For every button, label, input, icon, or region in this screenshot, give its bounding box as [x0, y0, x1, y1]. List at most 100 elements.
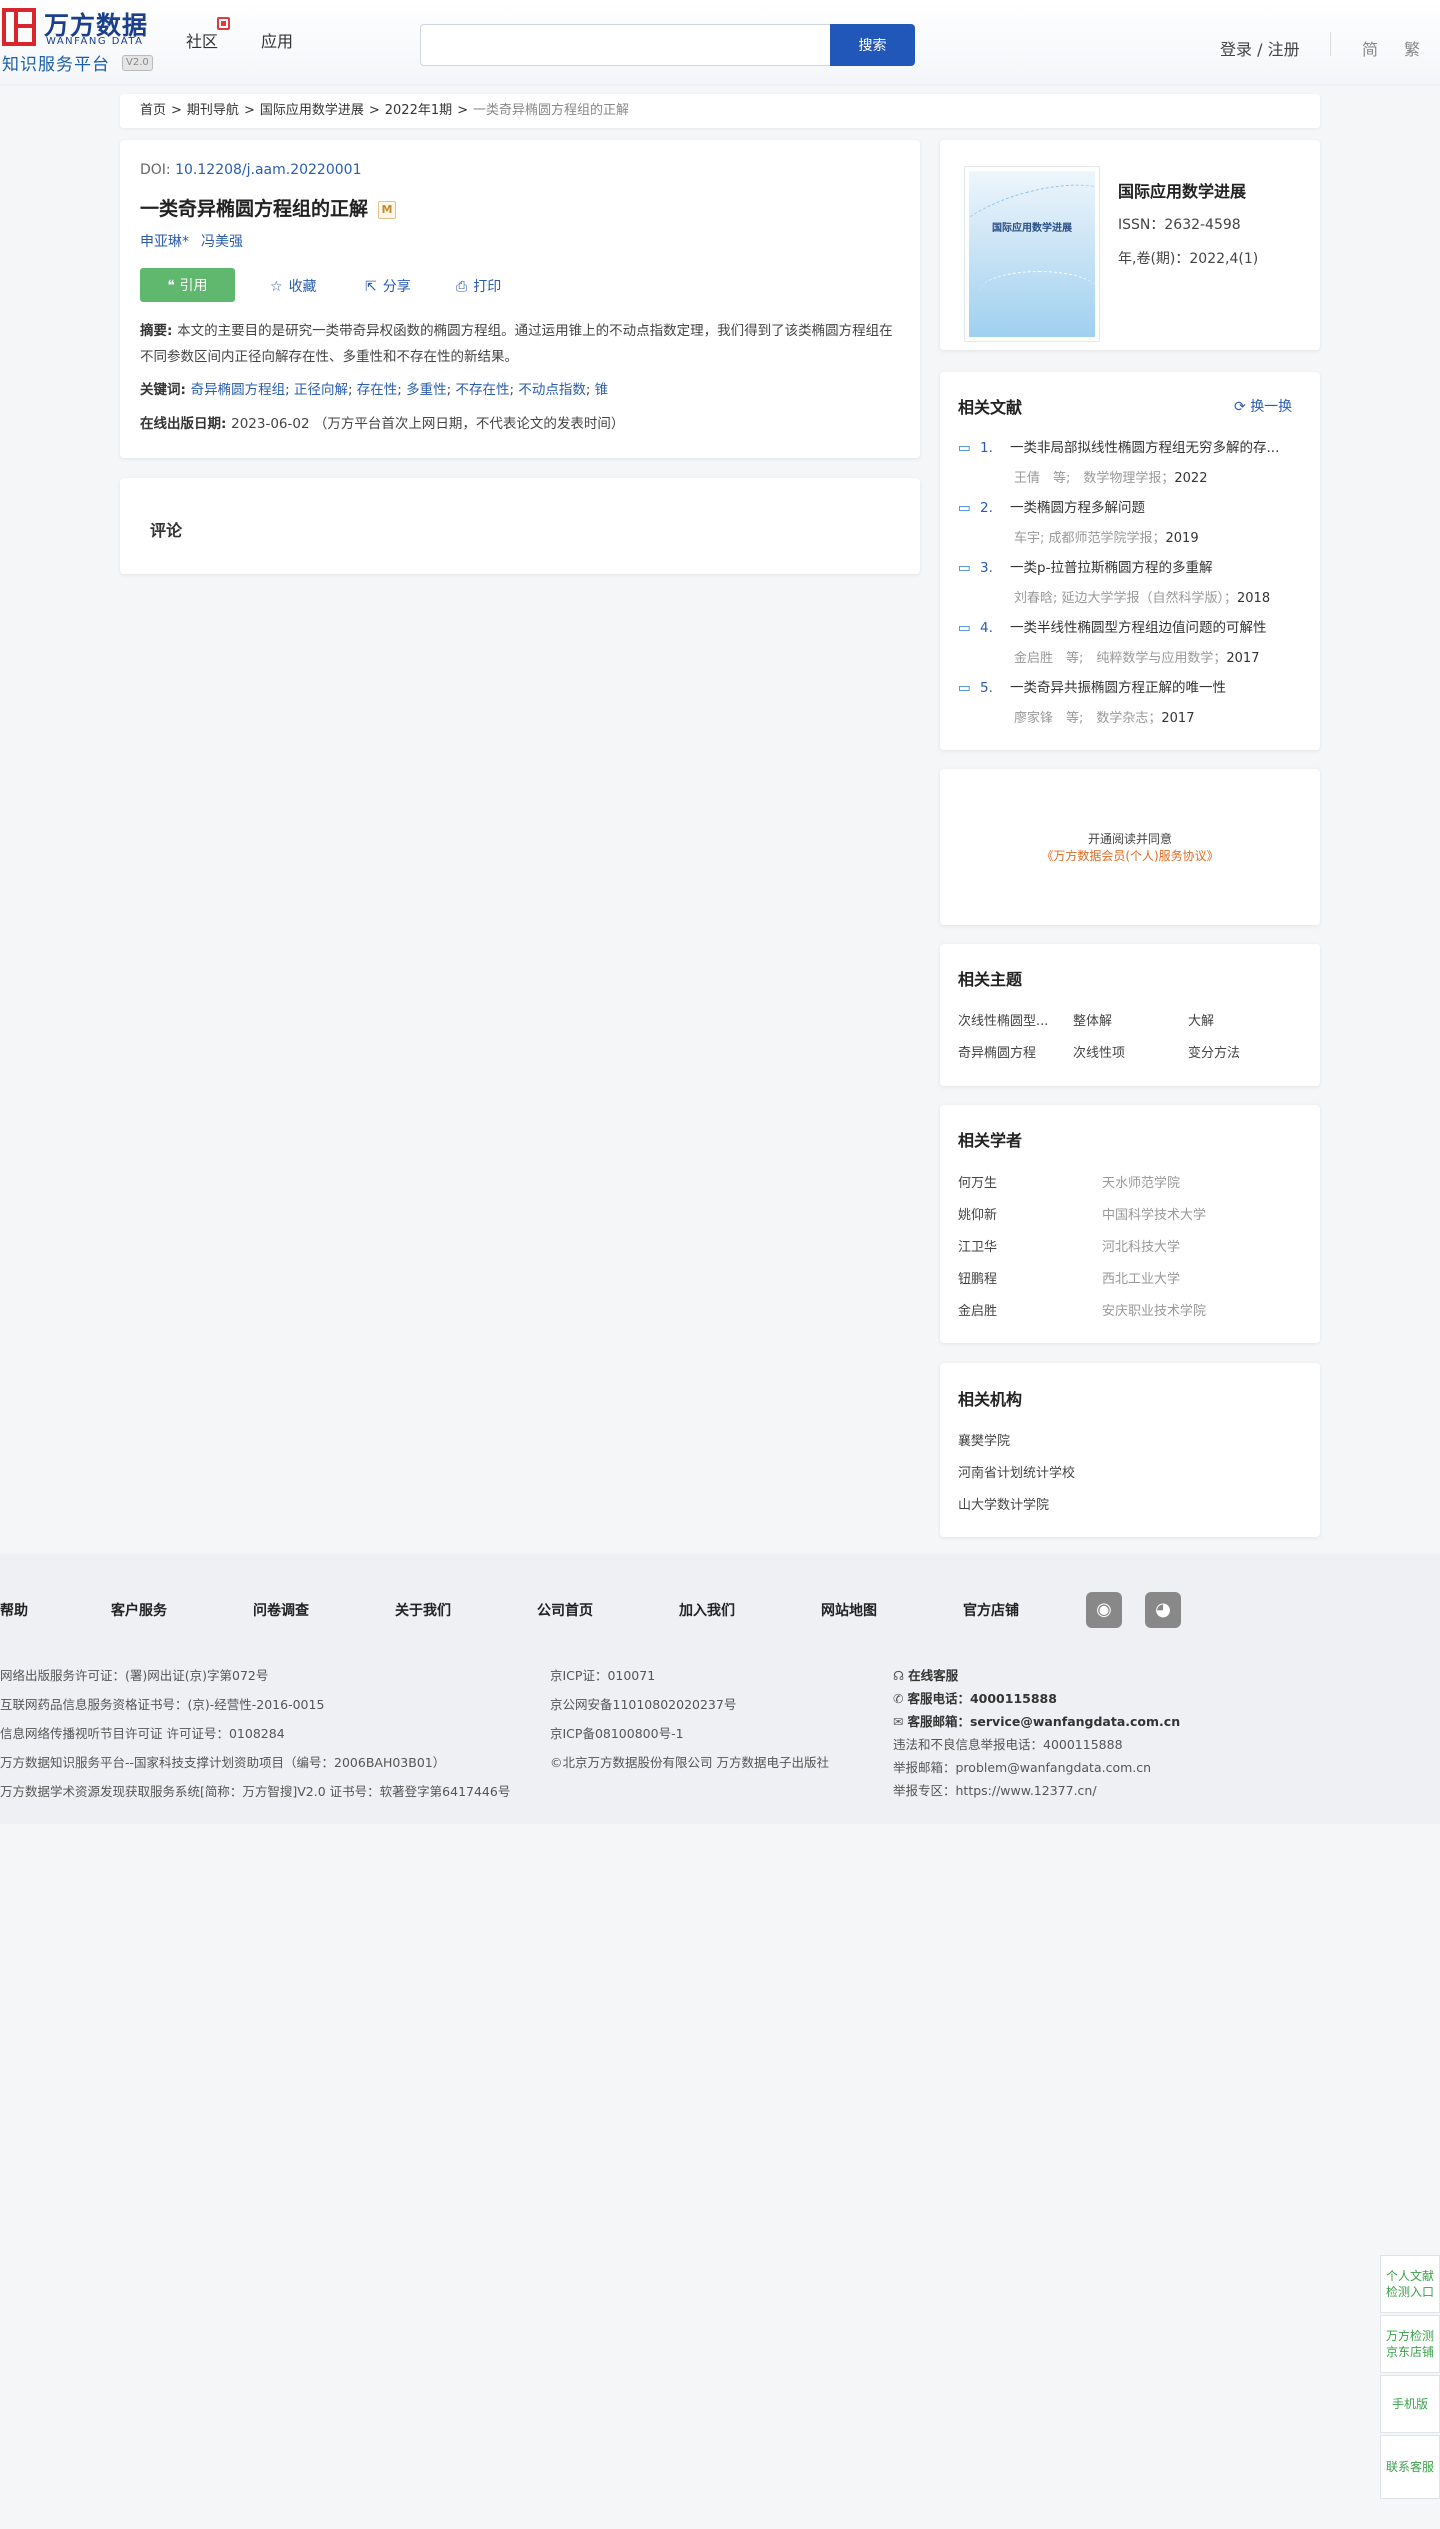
- topic-link[interactable]: 次线性椭圆型...: [958, 1010, 1048, 1029]
- org-link[interactable]: 襄樊学院: [958, 1430, 1010, 1449]
- contact-service-link[interactable]: 联系客服: [1380, 2435, 1440, 2499]
- footer-link-sitemap[interactable]: 网站地图: [821, 1600, 877, 1620]
- breadcrumb-journal[interactable]: 国际应用数学进展: [260, 103, 364, 118]
- footer-link-help[interactable]: 帮助: [0, 1600, 28, 1620]
- related-doc-item[interactable]: ▭ 3. 一类p-拉普拉斯椭圆方程的多重解: [958, 556, 1298, 576]
- scholar-name[interactable]: 江卫华: [958, 1236, 997, 1255]
- footer-link-join[interactable]: 加入我们: [679, 1600, 735, 1620]
- license-line: 网络出版服务许可证：(署)网出证(京)字第072号: [0, 1668, 269, 1683]
- doi-link[interactable]: 10.12208/j.aam.20220001: [175, 162, 361, 178]
- keyword-link[interactable]: 不存在性: [455, 382, 509, 398]
- breadcrumb-issue[interactable]: 2022年1期: [385, 103, 452, 118]
- jd-store-link[interactable]: 万方检测京东店铺: [1380, 2315, 1440, 2373]
- date-value: 2023-06-02: [231, 416, 310, 432]
- share-button[interactable]: ⇱ 分享: [365, 276, 411, 296]
- breadcrumb-journals[interactable]: 期刊导航: [187, 103, 239, 118]
- keyword-link[interactable]: 多重性: [406, 382, 447, 398]
- mobile-version-link[interactable]: 手机版: [1380, 2375, 1440, 2433]
- footer-link-company[interactable]: 公司首页: [537, 1600, 593, 1620]
- breadcrumb-home[interactable]: 首页: [140, 103, 166, 118]
- printer-icon: ⎙: [456, 279, 468, 295]
- wanfang-logo[interactable]: 万方数据 WANFANG DATA 知识服务平台 V2.0: [0, 6, 160, 75]
- footer-link-store[interactable]: 官方店铺: [963, 1600, 1019, 1620]
- phone-icon: ✆: [893, 1691, 908, 1706]
- topics-title: 相关主题: [958, 970, 1023, 989]
- scholar-affiliation[interactable]: 安庆职业技术学院: [1102, 1300, 1206, 1319]
- scholar-affiliation[interactable]: 河北科技大学: [1102, 1236, 1180, 1255]
- service-agreement-link[interactable]: 《万方数据会员(个人)服务协议》: [940, 847, 1320, 864]
- service-email: ✉ 客服邮箱：service@wanfangdata.com.cn: [893, 1714, 1181, 1729]
- journal-cover[interactable]: 国际应用数学进展: [964, 166, 1100, 342]
- article-title-text: 一类奇异椭圆方程组的正解: [140, 198, 369, 220]
- nav-community[interactable]: 社区: [186, 28, 218, 52]
- search-button[interactable]: 搜索: [830, 24, 915, 66]
- author-link[interactable]: 申亚琳*: [140, 234, 189, 250]
- date-note: （万方平台首次上网日期，不代表论文的发表时间）: [313, 416, 625, 432]
- license-line: 互联网药品信息服务资格证书号：(京)-经营性-2016-0015: [0, 1697, 325, 1712]
- online-service-link[interactable]: ☊ 在线客服: [893, 1665, 958, 1684]
- print-button[interactable]: ⎙ 打印: [456, 276, 501, 296]
- doc-title: 一类奇异共振椭圆方程正解的唯一性: [1010, 680, 1226, 696]
- scholar-name[interactable]: 金启胜: [958, 1300, 997, 1319]
- login-register-link[interactable]: 登录 / 注册: [1220, 36, 1300, 60]
- scholar-name[interactable]: 钮鹏程: [958, 1268, 997, 1287]
- article-card: [120, 140, 920, 458]
- icp-line: 京ICP证：010071: [550, 1668, 656, 1683]
- keyword-link[interactable]: 正径向解: [294, 382, 348, 398]
- keyword-link[interactable]: 不动点指数: [518, 382, 586, 398]
- org-link[interactable]: 河南省计划统计学校: [958, 1462, 1075, 1481]
- logo-mark-icon: [2, 8, 36, 46]
- doi-label: DOI:: [140, 162, 176, 178]
- refresh-button[interactable]: ⟳ 换一换: [1234, 396, 1292, 416]
- lang-traditional[interactable]: 繁: [1404, 36, 1420, 60]
- favorite-button[interactable]: ☆ 收藏: [270, 276, 317, 296]
- scholar-name[interactable]: 何万生: [958, 1172, 997, 1191]
- journal-name[interactable]: 国际应用数学进展: [1118, 178, 1246, 202]
- community-new-icon: [217, 17, 230, 30]
- doc-number: 2.: [980, 500, 993, 516]
- search-input[interactable]: [420, 24, 830, 66]
- date-label: 在线出版日期:: [140, 416, 232, 432]
- refresh-label: 换一换: [1250, 399, 1293, 415]
- author-link[interactable]: 冯美强: [201, 234, 243, 250]
- topic-link[interactable]: 大解: [1188, 1010, 1214, 1029]
- scholar-affiliation[interactable]: 西北工业大学: [1102, 1268, 1180, 1287]
- journal-volume: 年,卷(期)：2022,4(1): [1118, 251, 1259, 267]
- keyword-link[interactable]: 锥: [595, 382, 609, 398]
- lang-simplified[interactable]: 简: [1362, 36, 1378, 60]
- keyword-link[interactable]: 奇异椭圆方程组: [191, 382, 286, 398]
- related-doc-item[interactable]: ▭ 1. 一类非局部拟线性椭圆方程组无穷多解的存...: [958, 436, 1298, 456]
- book-icon: ▭: [958, 620, 971, 636]
- report-site-link[interactable]: 举报专区：https://www.12377.cn/: [893, 1780, 1097, 1799]
- book-icon: ▭: [958, 500, 971, 516]
- doc-check-entry[interactable]: 个人文献检测入口: [1380, 2255, 1440, 2313]
- scholar-affiliation[interactable]: 中国科学技术大学: [1102, 1204, 1206, 1223]
- book-icon: ▭: [958, 560, 971, 576]
- license-line: 万方数据学术资源发现获取服务系统[简称：万方智搜]V2.0 证书号：软著登字第6…: [0, 1784, 511, 1799]
- scholar-affiliation[interactable]: 天水师范学院: [1102, 1172, 1180, 1191]
- report-phone: 违法和不良信息举报电话：4000115888: [893, 1737, 1123, 1752]
- comment-title: 评论: [150, 521, 183, 540]
- wechat-icon[interactable]: ◕: [1145, 1592, 1181, 1628]
- related-doc-item[interactable]: ▭ 5. 一类奇异共振椭圆方程正解的唯一性: [958, 676, 1298, 696]
- abstract: 摘要: 本文的主要目的是研究一类带奇异权函数的椭圆方程组。通过运用锥上的不动点指…: [140, 318, 900, 370]
- footer-link-survey[interactable]: 问卷调查: [253, 1600, 309, 1620]
- nav-apps[interactable]: 应用: [261, 28, 293, 52]
- scholar-name[interactable]: 姚仰新: [958, 1204, 997, 1223]
- topic-link[interactable]: 次线性项: [1073, 1042, 1125, 1061]
- topic-link[interactable]: 奇异椭圆方程: [958, 1042, 1036, 1061]
- org-link[interactable]: 山大学数计学院: [958, 1494, 1049, 1513]
- keyword-link[interactable]: 存在性: [357, 382, 398, 398]
- icp-line: 京公网安备11010802020237号: [550, 1697, 737, 1712]
- footer-link-about[interactable]: 关于我们: [395, 1600, 451, 1620]
- footer-link-service[interactable]: 客户服务: [111, 1600, 167, 1620]
- article-title: 一类奇异椭圆方程组的正解 M: [140, 194, 397, 221]
- topic-link[interactable]: 整体解: [1073, 1010, 1112, 1029]
- cite-button[interactable]: ❝ 引用: [140, 268, 235, 302]
- topic-link[interactable]: 变分方法: [1188, 1042, 1240, 1061]
- related-doc-item[interactable]: ▭ 4. 一类半线性椭圆型方程组边值问题的可解性: [958, 616, 1298, 636]
- doc-number: 4.: [980, 620, 993, 636]
- cover-title: 国际应用数学进展: [992, 223, 1072, 234]
- weibo-icon[interactable]: ◉: [1086, 1592, 1122, 1628]
- related-doc-item[interactable]: ▭ 2. 一类椭圆方程多解问题: [958, 496, 1298, 516]
